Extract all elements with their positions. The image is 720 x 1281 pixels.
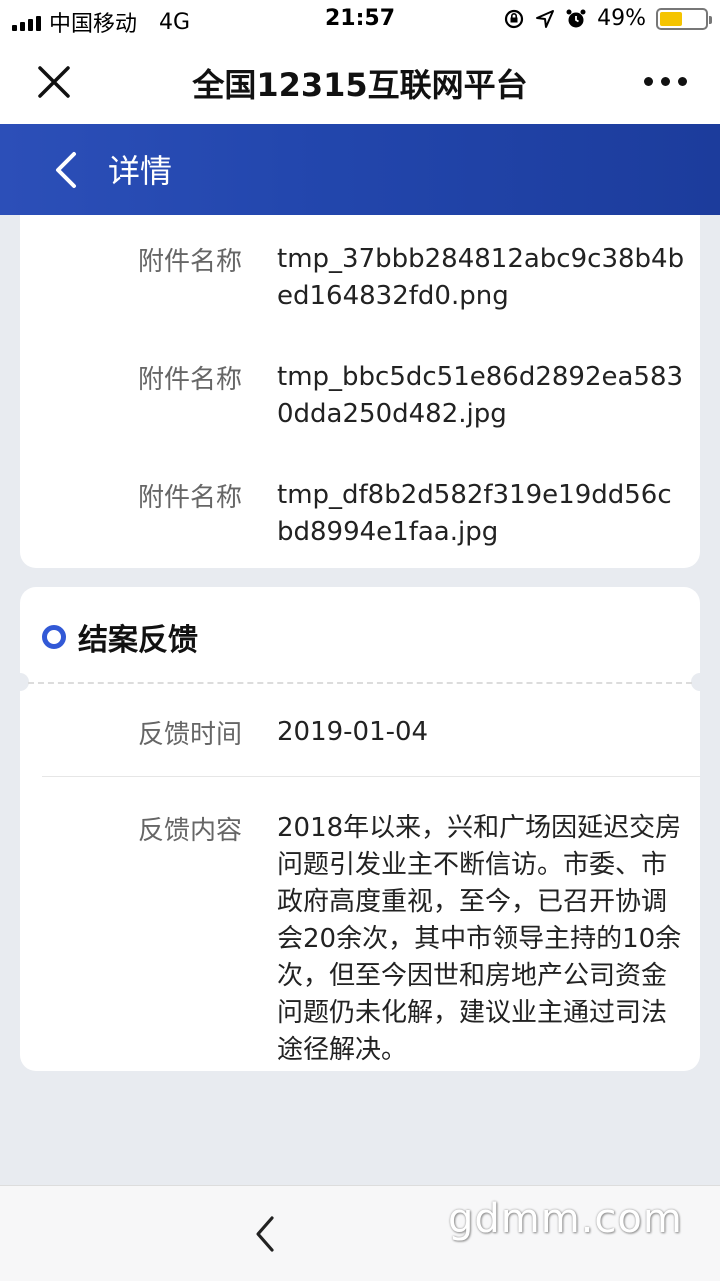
nav-title: 全国12315互联网平台 [192,66,528,104]
feedback-time-value: 2019-01-04 [277,717,429,747]
location-arrow-icon [536,9,555,28]
battery-level [660,11,682,26]
attachment-label: 附件名称 [138,247,243,277]
attachment-filename[interactable]: tmp_bbc5dc51e86d2892ea5830dda250d482.jpg [277,359,687,433]
more-icon[interactable] [640,66,690,96]
battery-icon [656,7,712,30]
rotation-lock-icon [504,9,524,28]
attachment-filename[interactable]: tmp_df8b2d582f319e19dd56cbd8994e1faa.jpg [277,477,687,551]
feedback-time-label: 反馈时间 [138,720,243,750]
dashed-divider [28,682,692,684]
nav-bar: 全国12315互联网平台 [0,40,720,125]
watermark: gdmm.com [448,1196,683,1242]
attachments-card: 附件名称 tmp_37bbb284812abc9c38b4bed164832fd… [20,215,700,568]
battery-percent: 49% [597,6,646,31]
section-header: 结案反馈 [42,615,198,659]
attachment-label: 附件名称 [138,365,243,395]
bottom-toolbar: gdmm.com [0,1185,720,1281]
row-divider [42,776,700,777]
alarm-icon [566,9,586,27]
status-bar: 中国移动 4G 21:57 49% [0,0,720,40]
status-right: 49% [503,6,712,31]
attachment-label: 附件名称 [138,483,243,513]
section-title: 结案反馈 [78,623,198,658]
page-header: 详情 [0,124,720,215]
back-icon[interactable] [50,148,80,192]
feedback-content-value: 2018年以来，兴和广场因延迟交房问题引发业主不断信访。市委、市政府高度重视，至… [277,813,682,1065]
card-notch [11,673,29,691]
page-title: 详情 [108,152,173,190]
feedback-content-label: 反馈内容 [138,816,243,846]
section-dot-icon [42,625,66,649]
browser-back-icon[interactable] [252,1214,278,1254]
feedback-card: 结案反馈 反馈时间 2019-01-04 反馈内容 2018年以来，兴和广场因延… [11,587,709,1071]
attachment-filename[interactable]: tmp_37bbb284812abc9c38b4bed164832fd0.png [277,241,687,315]
card-notch [691,673,709,691]
